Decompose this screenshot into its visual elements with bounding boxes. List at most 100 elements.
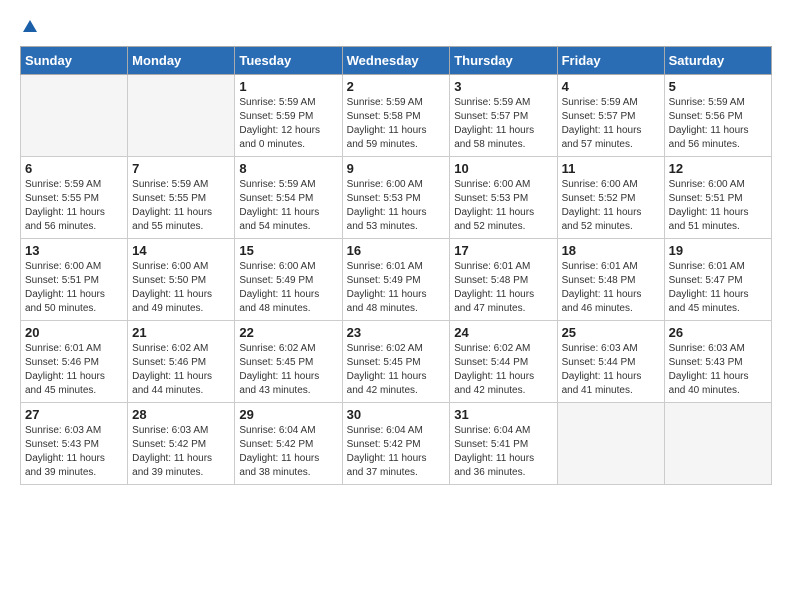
day-number: 31 xyxy=(454,407,552,422)
calendar-cell: 13 Sunrise: 6:00 AM Sunset: 5:51 PM Dayli… xyxy=(21,239,128,321)
calendar-cell: 29 Sunrise: 6:04 AM Sunset: 5:42 PM Dayli… xyxy=(235,403,342,485)
day-info: Sunrise: 6:00 AM Sunset: 5:49 PM Dayligh… xyxy=(239,260,337,316)
day-info: Sunrise: 6:02 AM Sunset: 5:45 PM Dayligh… xyxy=(239,342,337,398)
day-number: 19 xyxy=(669,243,767,258)
day-info: Sunrise: 5:59 AM Sunset: 5:59 PM Dayligh… xyxy=(239,96,337,152)
calendar-cell: 9 Sunrise: 6:00 AM Sunset: 5:53 PM Daylig… xyxy=(342,157,450,239)
calendar-cell: 23 Sunrise: 6:02 AM Sunset: 5:45 PM Dayli… xyxy=(342,321,450,403)
calendar-cell: 14Sunrise: 6:00 AM Sunset: 5:50 PM Dayli… xyxy=(128,239,235,321)
calendar-cell: 25 Sunrise: 6:03 AM Sunset: 5:44 PM Dayli… xyxy=(557,321,664,403)
day-info: Sunrise: 6:02 AM Sunset: 5:44 PM Dayligh… xyxy=(454,342,552,398)
calendar-cell: 19 Sunrise: 6:01 AM Sunset: 5:47 PM Dayli… xyxy=(664,239,771,321)
logo-icon xyxy=(23,20,37,32)
day-info: Sunrise: 5:59 AM Sunset: 5:57 PM Dayligh… xyxy=(454,96,552,152)
calendar-cell: 20Sunrise: 6:01 AM Sunset: 5:46 PM Dayli… xyxy=(21,321,128,403)
day-number: 27 xyxy=(25,407,123,422)
day-number: 3 xyxy=(454,79,552,94)
day-number: 6 xyxy=(25,161,123,176)
calendar-cell: 26Sunrise: 6:03 AM Sunset: 5:43 PM Dayli… xyxy=(664,321,771,403)
day-number: 16 xyxy=(347,243,446,258)
calendar-cell xyxy=(557,403,664,485)
day-info: Sunrise: 6:03 AM Sunset: 5:42 PM Dayligh… xyxy=(132,424,230,480)
day-number: 24 xyxy=(454,325,552,340)
day-info: Sunrise: 6:02 AM Sunset: 5:45 PM Dayligh… xyxy=(347,342,446,398)
day-number: 23 xyxy=(347,325,446,340)
day-info: Sunrise: 5:59 AM Sunset: 5:55 PM Dayligh… xyxy=(132,178,230,234)
calendar-cell: 15 Sunrise: 6:00 AM Sunset: 5:49 PM Dayli… xyxy=(235,239,342,321)
calendar-cell: 8 Sunrise: 5:59 AM Sunset: 5:54 PM Daylig… xyxy=(235,157,342,239)
calendar-header-row: SundayMondayTuesdayWednesdayThursdayFrid… xyxy=(21,47,772,75)
day-info: Sunrise: 6:03 AM Sunset: 5:44 PM Dayligh… xyxy=(562,342,660,398)
day-number: 1 xyxy=(239,79,337,94)
day-number: 7 xyxy=(132,161,230,176)
day-info: Sunrise: 6:00 AM Sunset: 5:51 PM Dayligh… xyxy=(25,260,123,316)
day-number: 29 xyxy=(239,407,337,422)
day-info: Sunrise: 6:00 AM Sunset: 5:53 PM Dayligh… xyxy=(454,178,552,234)
calendar-week-1: 6 Sunrise: 5:59 AM Sunset: 5:55 PM Daylig… xyxy=(21,157,772,239)
day-number: 8 xyxy=(239,161,337,176)
day-number: 11 xyxy=(562,161,660,176)
day-info: Sunrise: 6:02 AM Sunset: 5:46 PM Dayligh… xyxy=(132,342,230,398)
day-number: 10 xyxy=(454,161,552,176)
calendar-cell: 6 Sunrise: 5:59 AM Sunset: 5:55 PM Daylig… xyxy=(21,157,128,239)
day-info: Sunrise: 6:04 AM Sunset: 5:42 PM Dayligh… xyxy=(347,424,446,480)
calendar-cell: 11 Sunrise: 6:00 AM Sunset: 5:52 PM Dayli… xyxy=(557,157,664,239)
day-info: Sunrise: 6:04 AM Sunset: 5:42 PM Dayligh… xyxy=(239,424,337,480)
day-info: Sunrise: 6:01 AM Sunset: 5:46 PM Dayligh… xyxy=(25,342,123,398)
day-number: 25 xyxy=(562,325,660,340)
day-info: Sunrise: 6:01 AM Sunset: 5:49 PM Dayligh… xyxy=(347,260,446,316)
header xyxy=(20,20,772,36)
day-info: Sunrise: 6:00 AM Sunset: 5:52 PM Dayligh… xyxy=(562,178,660,234)
day-number: 18 xyxy=(562,243,660,258)
day-info: Sunrise: 6:01 AM Sunset: 5:48 PM Dayligh… xyxy=(454,260,552,316)
calendar-week-2: 13 Sunrise: 6:00 AM Sunset: 5:51 PM Dayli… xyxy=(21,239,772,321)
header-monday: Monday xyxy=(128,47,235,75)
day-number: 5 xyxy=(669,79,767,94)
calendar-cell: 24 Sunrise: 6:02 AM Sunset: 5:44 PM Dayli… xyxy=(450,321,557,403)
calendar: SundayMondayTuesdayWednesdayThursdayFrid… xyxy=(20,46,772,485)
calendar-cell: 27Sunrise: 6:03 AM Sunset: 5:43 PM Dayli… xyxy=(21,403,128,485)
day-number: 26 xyxy=(669,325,767,340)
day-info: Sunrise: 6:01 AM Sunset: 5:47 PM Dayligh… xyxy=(669,260,767,316)
calendar-cell: 30Sunrise: 6:04 AM Sunset: 5:42 PM Dayli… xyxy=(342,403,450,485)
header-wednesday: Wednesday xyxy=(342,47,450,75)
header-sunday: Sunday xyxy=(21,47,128,75)
day-info: Sunrise: 6:04 AM Sunset: 5:41 PM Dayligh… xyxy=(454,424,552,480)
calendar-cell xyxy=(128,75,235,157)
day-info: Sunrise: 5:59 AM Sunset: 5:58 PM Dayligh… xyxy=(347,96,446,152)
calendar-cell: 3 Sunrise: 5:59 AM Sunset: 5:57 PM Daylig… xyxy=(450,75,557,157)
calendar-cell: 12Sunrise: 6:00 AM Sunset: 5:51 PM Dayli… xyxy=(664,157,771,239)
calendar-cell: 10 Sunrise: 6:00 AM Sunset: 5:53 PM Dayli… xyxy=(450,157,557,239)
calendar-cell: 16 Sunrise: 6:01 AM Sunset: 5:49 PM Dayli… xyxy=(342,239,450,321)
calendar-cell xyxy=(664,403,771,485)
day-info: Sunrise: 5:59 AM Sunset: 5:55 PM Dayligh… xyxy=(25,178,123,234)
day-number: 13 xyxy=(25,243,123,258)
day-number: 4 xyxy=(562,79,660,94)
calendar-cell: 1 Sunrise: 5:59 AM Sunset: 5:59 PM Daylig… xyxy=(235,75,342,157)
day-info: Sunrise: 5:59 AM Sunset: 5:56 PM Dayligh… xyxy=(669,96,767,152)
day-number: 15 xyxy=(239,243,337,258)
header-tuesday: Tuesday xyxy=(235,47,342,75)
header-thursday: Thursday xyxy=(450,47,557,75)
calendar-cell: 5 Sunrise: 5:59 AM Sunset: 5:56 PM Daylig… xyxy=(664,75,771,157)
header-saturday: Saturday xyxy=(664,47,771,75)
day-info: Sunrise: 5:59 AM Sunset: 5:54 PM Dayligh… xyxy=(239,178,337,234)
day-info: Sunrise: 6:01 AM Sunset: 5:48 PM Dayligh… xyxy=(562,260,660,316)
day-number: 21 xyxy=(132,325,230,340)
calendar-cell: 21 Sunrise: 6:02 AM Sunset: 5:46 PM Dayli… xyxy=(128,321,235,403)
day-number: 17 xyxy=(454,243,552,258)
day-number: 9 xyxy=(347,161,446,176)
calendar-week-0: 1 Sunrise: 5:59 AM Sunset: 5:59 PM Daylig… xyxy=(21,75,772,157)
calendar-week-3: 20Sunrise: 6:01 AM Sunset: 5:46 PM Dayli… xyxy=(21,321,772,403)
calendar-cell: 17 Sunrise: 6:01 AM Sunset: 5:48 PM Dayli… xyxy=(450,239,557,321)
day-info: Sunrise: 5:59 AM Sunset: 5:57 PM Dayligh… xyxy=(562,96,660,152)
day-number: 28 xyxy=(132,407,230,422)
day-info: Sunrise: 6:00 AM Sunset: 5:53 PM Dayligh… xyxy=(347,178,446,234)
calendar-cell: 2 Sunrise: 5:59 AM Sunset: 5:58 PM Daylig… xyxy=(342,75,450,157)
calendar-cell: 28 Sunrise: 6:03 AM Sunset: 5:42 PM Dayli… xyxy=(128,403,235,485)
day-number: 2 xyxy=(347,79,446,94)
logo xyxy=(20,20,37,36)
day-number: 12 xyxy=(669,161,767,176)
calendar-cell xyxy=(21,75,128,157)
calendar-cell: 7 Sunrise: 5:59 AM Sunset: 5:55 PM Daylig… xyxy=(128,157,235,239)
